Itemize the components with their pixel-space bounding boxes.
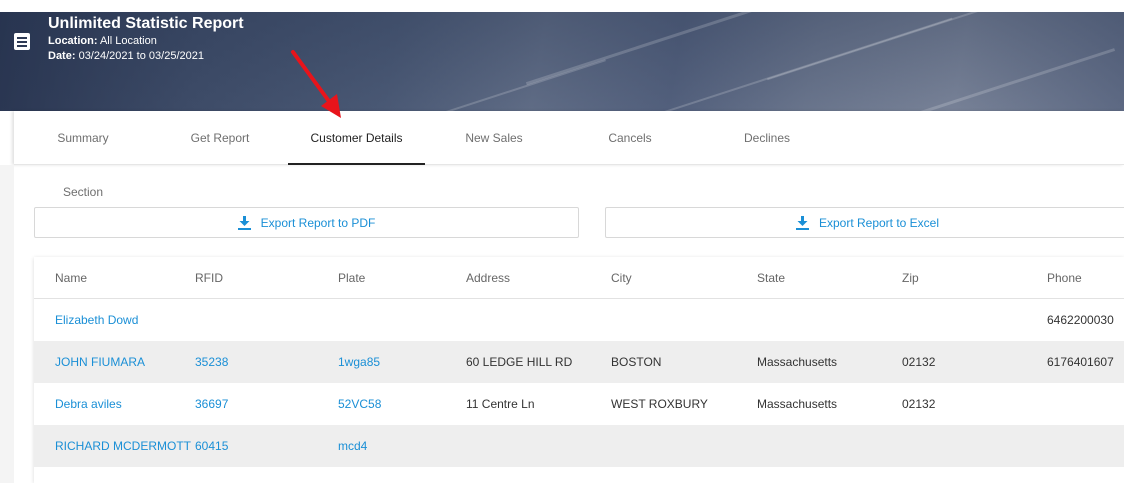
plate-link[interactable]: mcd4 xyxy=(338,425,367,467)
column-header-phone[interactable]: Phone xyxy=(1047,257,1082,299)
tab-summary-section[interactable]: Summary Section xyxy=(36,111,130,199)
column-header-name[interactable]: Name xyxy=(55,257,87,299)
export-excel-label: Export Report to Excel xyxy=(818,215,940,230)
column-header-zip[interactable]: Zip xyxy=(902,257,919,299)
tab-bar: Summary Section Get Report Customer Deta… xyxy=(14,111,1124,199)
tab-new-sales[interactable]: New Sales xyxy=(465,111,523,165)
table-row: RICHARD MCDERMOTT 60415 mcd4 xyxy=(34,425,1124,467)
rfid-link[interactable]: 35238 xyxy=(195,341,228,383)
column-header-state[interactable]: State xyxy=(757,257,785,299)
customer-name-link[interactable]: JOHN FIUMARA xyxy=(55,341,145,383)
left-gutter xyxy=(0,165,14,483)
address-cell: 60 LEDGE HILL RD xyxy=(466,355,573,369)
phone-cell: 6462200030 xyxy=(1047,313,1114,327)
tab-cancels[interactable]: Cancels xyxy=(608,111,652,165)
page-title: Unlimited Statistic Report xyxy=(48,15,244,32)
plate-link[interactable]: 1wga85 xyxy=(338,341,380,383)
date-line: Date: 03/24/2021 to 03/25/2021 xyxy=(48,50,204,62)
rfid-link[interactable]: 60415 xyxy=(195,425,228,467)
download-icon xyxy=(237,215,251,230)
city-cell: BOSTON xyxy=(611,355,662,369)
annotation-arrow-icon xyxy=(291,50,341,118)
customer-name-link[interactable]: Debra aviles xyxy=(55,383,122,425)
export-pdf-label: Export Report to PDF xyxy=(260,215,376,230)
export-pdf-button[interactable]: Export Report to PDF xyxy=(34,207,579,238)
plate-link[interactable]: 52VC58 xyxy=(338,383,381,425)
table-row: JOHN FIUMARA 35238 1wga85 60 LEDGE HILL … xyxy=(34,341,1124,383)
state-cell: Massachusetts xyxy=(757,355,838,369)
menu-icon[interactable] xyxy=(14,33,30,50)
report-header: Unlimited Statistic Report Location: All… xyxy=(48,14,244,64)
customer-name-link[interactable]: Elizabeth Dowd xyxy=(55,299,138,341)
table-row: Elizabeth Dowd 6462200030 xyxy=(34,299,1124,341)
column-header-plate[interactable]: Plate xyxy=(338,257,365,299)
phone-cell: 6176401607 xyxy=(1047,355,1114,369)
state-cell: Massachusetts xyxy=(757,397,838,411)
column-header-rfid[interactable]: RFID xyxy=(195,257,223,299)
table-header-row: Name RFID Plate Address City State Zip P… xyxy=(34,257,1124,299)
rfid-link[interactable]: 36697 xyxy=(195,383,228,425)
zip-cell: 02132 xyxy=(902,355,936,369)
address-cell: 11 Centre Ln xyxy=(466,397,535,411)
zip-cell: 02132 xyxy=(902,397,936,411)
column-header-address[interactable]: Address xyxy=(466,257,510,299)
download-icon xyxy=(795,215,809,230)
customer-table: Name RFID Plate Address City State Zip P… xyxy=(34,257,1124,483)
export-excel-button[interactable]: Export Report to Excel xyxy=(605,207,1124,238)
column-header-city[interactable]: City xyxy=(611,257,632,299)
city-cell: WEST ROXBURY xyxy=(611,397,708,411)
table-row: Debra aviles 36697 52VC58 11 Centre Ln W… xyxy=(34,383,1124,425)
location-line: Location: All Location xyxy=(48,35,157,47)
tab-declines[interactable]: Declines xyxy=(744,111,790,165)
customer-name-link[interactable]: RICHARD MCDERMOTT xyxy=(55,425,191,467)
tab-get-report[interactable]: Get Report xyxy=(190,111,250,165)
